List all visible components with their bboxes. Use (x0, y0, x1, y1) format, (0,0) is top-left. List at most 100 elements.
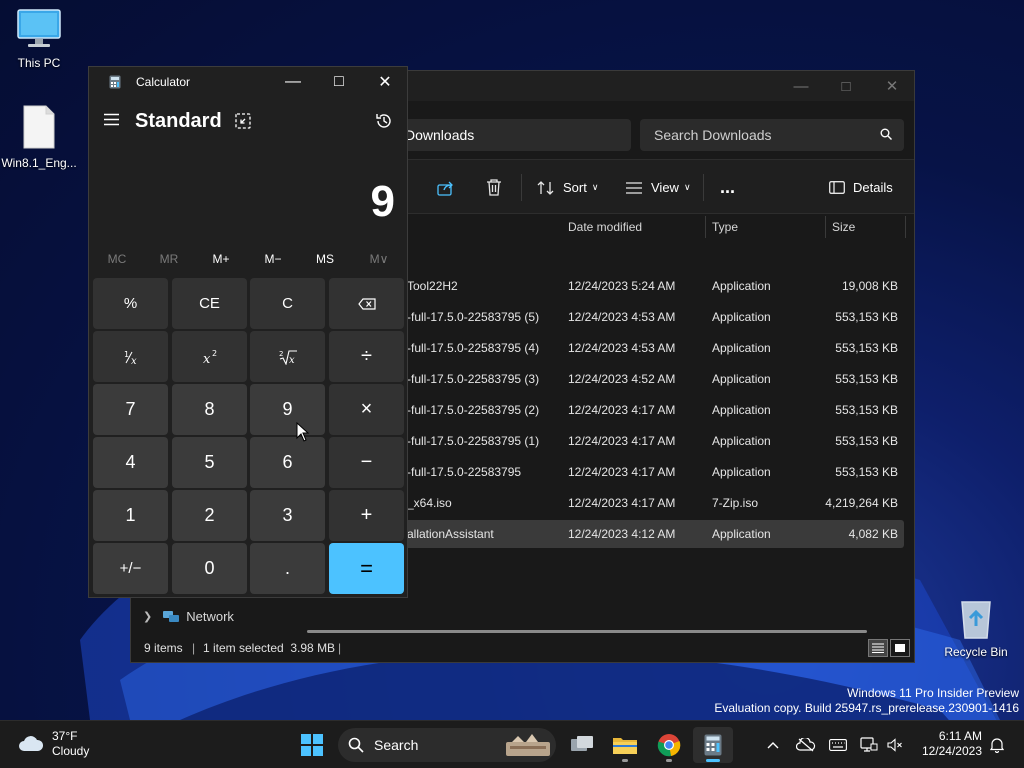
calculator-taskbar-button[interactable] (693, 727, 733, 763)
file-size: 553,153 KB (835, 310, 898, 324)
file-explorer-taskbar-button[interactable] (605, 727, 645, 763)
tiles-view-icon (895, 644, 905, 652)
more-options-button[interactable]: ... (720, 160, 735, 215)
calculator-titlebar[interactable]: Calculator — □ ✕ (89, 67, 407, 97)
share-button[interactable] (437, 160, 463, 215)
watermark-build: Evaluation copy. Build 25947.rs_prerelea… (714, 701, 1019, 715)
file-row[interactable]: Tool22H2 12/24/2023 5:24 AM Application … (401, 272, 904, 300)
file-date: 12/24/2023 4:12 AM (568, 527, 676, 541)
digit-4-button[interactable]: 4 (93, 437, 168, 488)
digit-2-button[interactable]: 2 (172, 490, 247, 541)
task-view-button[interactable] (562, 727, 602, 763)
calculator-close-button[interactable]: ✕ (362, 67, 408, 97)
subtract-button[interactable]: − (329, 437, 404, 488)
status-divider: | (192, 641, 196, 655)
column-header-date[interactable]: Date modified (562, 216, 706, 238)
negate-button[interactable]: +/− (93, 543, 168, 594)
calculator-maximize-button[interactable]: □ (316, 67, 362, 97)
explorer-search-input[interactable]: Search Downloads (640, 119, 904, 151)
sort-button[interactable]: Sort ∨ (537, 160, 598, 215)
column-header-type[interactable]: Type (706, 216, 826, 238)
weather-widget[interactable]: 37°F Cloudy (18, 729, 89, 759)
memory-subtract-button[interactable]: M− (247, 252, 299, 266)
history-button[interactable] (375, 112, 393, 135)
file-name: allationAssistant (407, 527, 494, 541)
this-pc-desktop-icon[interactable]: This PC (0, 8, 78, 70)
add-button[interactable]: + (329, 490, 404, 541)
digit-7-button[interactable]: 7 (93, 384, 168, 435)
memory-clear-button[interactable]: MC (91, 252, 143, 266)
horizontal-scrollbar[interactable] (307, 630, 867, 633)
show-hidden-icons-button[interactable] (762, 729, 784, 761)
square-button[interactable]: x2 (172, 331, 247, 382)
file-type: Application (712, 310, 771, 324)
file-row[interactable]: -full-17.5.0-22583795 12/24/2023 4:17 AM… (401, 458, 904, 486)
digit-1-button[interactable]: 1 (93, 490, 168, 541)
file-size: 4,082 KB (848, 527, 898, 541)
details-pane-button[interactable]: Details (829, 160, 893, 215)
explorer-minimize-button[interactable]: — (778, 71, 824, 101)
nav-item-network[interactable]: ❯ Network (143, 609, 234, 624)
file-row[interactable]: _x64.iso 12/24/2023 4:17 AM 7-Zip.iso 4,… (401, 489, 904, 517)
start-button[interactable] (292, 727, 332, 763)
chevron-down-icon: ∨ (683, 182, 691, 192)
file-name: -full-17.5.0-22583795 (5) (407, 310, 540, 324)
onedrive-tray-icon[interactable] (793, 729, 819, 761)
evaluation-watermark: Windows 11 Pro Insider Preview Evaluatio… (714, 686, 1019, 716)
memory-list-button[interactable]: M∨ (353, 252, 405, 266)
backspace-button[interactable] (329, 278, 404, 329)
taskbar-search-box[interactable]: Search (338, 728, 556, 762)
taskbar: 37°F Cloudy Search 6:11 AM 12/24/2023 (0, 720, 1024, 768)
explorer-maximize-button[interactable]: □ (823, 71, 869, 101)
keyboard-tray-icon[interactable] (826, 729, 850, 761)
details-view-toggle[interactable] (868, 639, 888, 657)
selection-info: 1 item selected 3.98 MB (203, 641, 336, 655)
svg-text:2: 2 (279, 350, 283, 358)
chrome-taskbar-button[interactable] (649, 727, 689, 763)
view-button[interactable]: View ∨ (625, 160, 691, 215)
digit-8-button[interactable]: 8 (172, 384, 247, 435)
chrome-icon (657, 734, 681, 757)
clear-entry-button[interactable]: CE (172, 278, 247, 329)
divide-button[interactable]: ÷ (329, 331, 404, 382)
file-row[interactable]: -full-17.5.0-22583795 (1) 12/24/2023 4:1… (401, 427, 904, 455)
memory-store-button[interactable]: MS (299, 252, 351, 266)
file-row[interactable]: -full-17.5.0-22583795 (2) 12/24/2023 4:1… (401, 396, 904, 424)
notifications-button[interactable] (986, 729, 1008, 761)
navigation-menu-button[interactable] (103, 113, 120, 131)
file-row[interactable]: -full-17.5.0-22583795 (5) 12/24/2023 4:5… (401, 303, 904, 331)
network-status-button[interactable] (856, 729, 882, 761)
calculator-minimize-button[interactable]: — (270, 67, 316, 97)
taskbar-clock[interactable]: 6:11 AM 12/24/2023 (912, 729, 982, 759)
windows-logo-icon (301, 734, 323, 756)
digit-0-button[interactable]: 0 (172, 543, 247, 594)
file-row[interactable]: -full-17.5.0-22583795 (4) 12/24/2023 4:5… (401, 334, 904, 362)
digit-3-button[interactable]: 3 (250, 490, 325, 541)
clear-button[interactable]: C (250, 278, 325, 329)
digit-6-button[interactable]: 6 (250, 437, 325, 488)
memory-recall-button[interactable]: MR (143, 252, 195, 266)
cloud-offline-icon (796, 738, 816, 752)
file-row[interactable]: -full-17.5.0-22583795 (3) 12/24/2023 4:5… (401, 365, 904, 393)
digit-9-button[interactable]: 9 (250, 384, 325, 435)
volume-button[interactable] (884, 729, 906, 761)
details-pane-icon (829, 181, 845, 194)
digit-5-button[interactable]: 5 (172, 437, 247, 488)
recycle-bin-desktop-icon[interactable]: Recycle Bin (940, 596, 1012, 659)
keep-on-top-button[interactable] (235, 113, 251, 134)
view-icon (626, 181, 642, 194)
multiply-button[interactable]: × (329, 384, 404, 435)
svg-text:x: x (131, 356, 137, 365)
percent-button[interactable]: % (93, 278, 168, 329)
column-header-size[interactable]: Size (826, 216, 906, 238)
square-root-button[interactable]: 2x (250, 331, 325, 382)
tiles-view-toggle[interactable] (890, 639, 910, 657)
delete-button[interactable] (486, 160, 510, 215)
decimal-button[interactable]: . (250, 543, 325, 594)
explorer-close-button[interactable]: ✕ (869, 71, 915, 101)
win81-file-desktop-icon[interactable]: Win8.1_Eng... (0, 104, 78, 170)
file-row-selected[interactable]: allationAssistant 12/24/2023 4:12 AM App… (401, 520, 904, 548)
equals-button[interactable]: = (329, 543, 404, 594)
memory-add-button[interactable]: M+ (195, 252, 247, 266)
reciprocal-button[interactable]: 1x (93, 331, 168, 382)
